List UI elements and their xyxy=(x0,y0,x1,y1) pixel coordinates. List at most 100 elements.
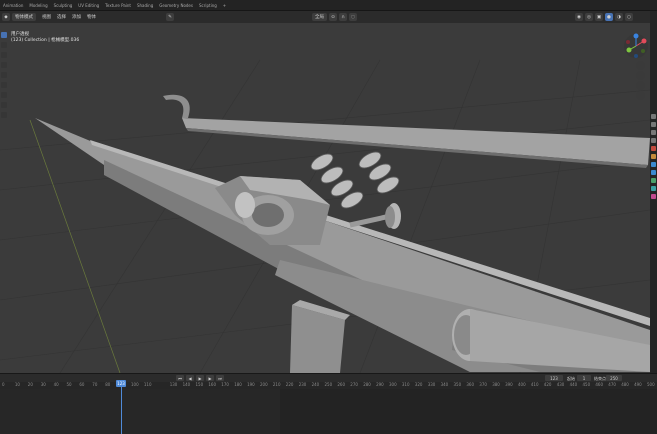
overlay-button[interactable]: ◎ xyxy=(585,13,593,21)
physics-tab[interactable] xyxy=(651,178,656,183)
solid-icon: ● xyxy=(607,14,611,20)
workspace-tab[interactable]: Sculpting xyxy=(51,3,76,8)
workspace-tab[interactable]: Shading xyxy=(134,3,156,8)
tool-shelf xyxy=(0,32,7,150)
ruler-tick-label: 20 xyxy=(27,382,33,387)
material-tab[interactable] xyxy=(651,194,656,199)
prev-key-button[interactable]: ◀ xyxy=(186,375,194,381)
ruler-tick-label: 430 xyxy=(556,382,565,387)
dopesheet-area[interactable] xyxy=(0,389,657,434)
next-key-icon: ▶ xyxy=(208,375,212,381)
play-button[interactable]: ▶ xyxy=(196,375,204,381)
world-tab[interactable] xyxy=(651,154,656,159)
ruler-tick-label: 220 xyxy=(285,382,294,387)
output-tab[interactable] xyxy=(651,130,656,135)
end-frame-field[interactable]: 250 xyxy=(606,375,622,381)
jump-start-icon: ⏮ xyxy=(178,375,182,381)
view-layer-tab[interactable] xyxy=(651,138,656,143)
jump-end-button[interactable]: ⏭ xyxy=(216,375,224,381)
xray-button[interactable]: ▣ xyxy=(595,13,603,21)
pivot-button[interactable]: ⊙ xyxy=(329,13,337,21)
playhead-line[interactable] xyxy=(121,387,122,434)
start-frame-field[interactable]: 1 xyxy=(577,375,591,381)
ruler-tick-label: 230 xyxy=(298,382,307,387)
shading-solid-button[interactable]: ● xyxy=(605,13,613,21)
add-workspace-tab[interactable]: + xyxy=(220,3,229,8)
ruler-tick-label: 480 xyxy=(621,382,629,387)
workspace-tab[interactable]: Texture Paint xyxy=(102,3,134,8)
ruler-tick-label: 80 xyxy=(105,382,111,387)
menu-add[interactable]: 添加 xyxy=(72,14,81,20)
ruler-tick-label: 280 xyxy=(363,382,371,387)
shading-rendered-button[interactable]: ○ xyxy=(625,13,633,21)
ruler-tick-label: 270 xyxy=(350,382,358,387)
scale-tool[interactable] xyxy=(1,72,7,78)
workspace-tab[interactable]: Animation xyxy=(0,3,26,8)
next-key-button[interactable]: ▶ xyxy=(206,375,214,381)
zoom-button[interactable] xyxy=(636,61,645,70)
menu-select[interactable]: 选择 xyxy=(57,14,66,20)
menu-object[interactable]: 物体 xyxy=(87,14,96,20)
prev-key-icon: ◀ xyxy=(188,375,192,381)
ruler-tick-label: 460 xyxy=(595,382,604,387)
view-object-types-button[interactable]: ◉ xyxy=(575,13,583,21)
modifiers-tab[interactable] xyxy=(651,170,656,175)
ruler-tick-label: 60 xyxy=(79,382,85,387)
editor-type-button[interactable]: ◆ xyxy=(2,13,10,21)
playhead-frame-label[interactable]: 123 xyxy=(116,380,126,387)
transform-orientation-dropdown[interactable]: 全局 xyxy=(312,13,327,21)
constraints-tab[interactable] xyxy=(651,186,656,191)
move-tool[interactable] xyxy=(1,52,7,58)
render-tab[interactable] xyxy=(651,122,656,127)
ruler-tick-label: 30 xyxy=(40,382,46,387)
object-tab[interactable] xyxy=(651,162,656,167)
viewport-3d[interactable] xyxy=(0,23,650,373)
menu-view[interactable]: 视图 xyxy=(42,14,51,20)
ruler-tick-label: 350 xyxy=(453,382,462,387)
transform-tool[interactable] xyxy=(1,82,7,88)
workspace-tab[interactable]: Scripting xyxy=(196,3,220,8)
ruler-tick-label: 260 xyxy=(337,382,346,387)
pan-button[interactable] xyxy=(636,71,645,80)
workspace-tab[interactable]: Geometry Nodes xyxy=(156,3,196,8)
ruler-tick-label: 450 xyxy=(582,382,591,387)
play-icon: ▶ xyxy=(198,375,202,381)
navigation-gizmo[interactable] xyxy=(622,32,650,60)
ruler-tick-label: 320 xyxy=(414,382,423,387)
ruler-tick-label: 140 xyxy=(182,382,191,387)
add-cube-tool[interactable] xyxy=(1,112,7,118)
ruler-tick-label: 400 xyxy=(518,382,526,387)
viewport-header: ◆ 物体模式 视图 选择 添加 物体 ✎ 全局 ⊙ ∩ ◌ ◉ ◎ ▣ ● ◑ … xyxy=(0,11,657,23)
cursor-tool[interactable] xyxy=(1,42,7,48)
shading-material-button[interactable]: ◑ xyxy=(615,13,623,21)
rotate-tool[interactable] xyxy=(1,62,7,68)
overlay-icon: ◎ xyxy=(587,14,591,20)
tool-tab[interactable] xyxy=(651,114,656,119)
current-frame-field[interactable]: 123 xyxy=(545,375,563,381)
ruler-tick-label: 210 xyxy=(272,382,281,387)
camera-view-button[interactable] xyxy=(636,81,645,90)
ruler-tick-label: 70 xyxy=(92,382,98,387)
ruler-tick-label: 200 xyxy=(260,382,268,387)
ruler-tick-label: 370 xyxy=(479,382,487,387)
measure-tool[interactable] xyxy=(1,102,7,108)
workspace-tab[interactable]: UV Editing xyxy=(75,3,102,8)
ortho-toggle-button[interactable] xyxy=(636,91,645,100)
jump-start-button[interactable]: ⏮ xyxy=(176,375,184,381)
annotate-button[interactable]: ✎ xyxy=(166,13,174,21)
ruler-tick-label: 40 xyxy=(53,382,59,387)
eye-icon: ◉ xyxy=(577,14,581,20)
mode-dropdown[interactable]: 物体模式 xyxy=(12,13,36,21)
ruler-tick-label: 310 xyxy=(401,382,410,387)
annotate-tool[interactable] xyxy=(1,92,7,98)
ruler-tick-label: 0 xyxy=(2,382,5,387)
jump-end-icon: ⏭ xyxy=(218,375,222,381)
ruler-tick-label: 50 xyxy=(66,382,72,387)
scene-tab[interactable] xyxy=(651,146,656,151)
workspace-tab[interactable]: Modeling xyxy=(26,3,50,8)
ruler-tick-label: 470 xyxy=(608,382,616,387)
proportional-edit-button[interactable]: ◌ xyxy=(349,13,357,21)
snap-button[interactable]: ∩ xyxy=(339,13,347,21)
properties-tabs xyxy=(650,11,657,373)
select-box-tool[interactable] xyxy=(1,32,7,38)
